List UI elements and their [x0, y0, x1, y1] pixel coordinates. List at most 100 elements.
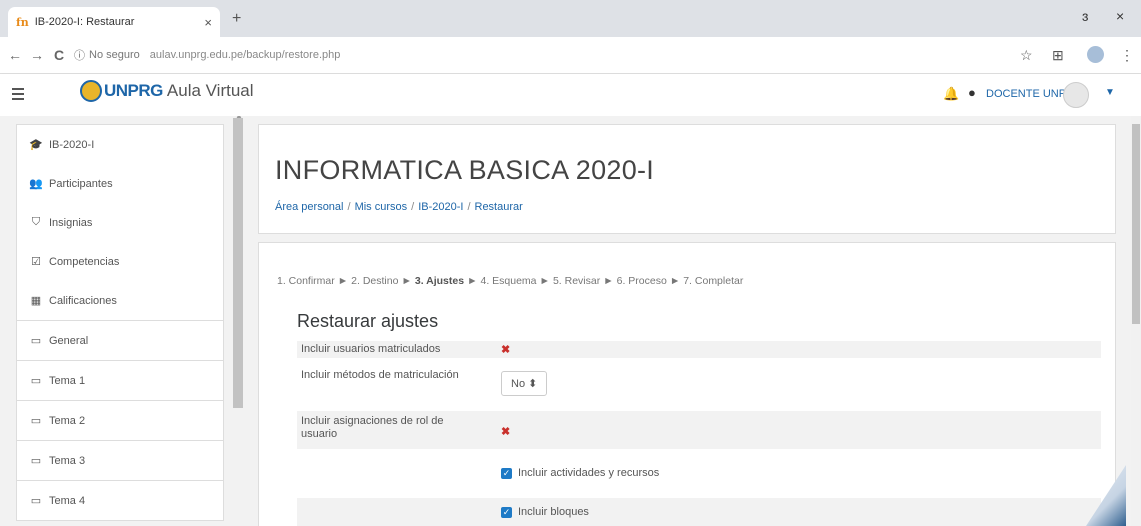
checkbox-label: Incluir bloques: [518, 506, 589, 518]
address-bar[interactable]: ⓘ No seguro aulav.unprg.edu.pe/backup/re…: [74, 43, 954, 67]
user-menu-caret-icon[interactable]: ▼: [1105, 87, 1115, 98]
step-complete: 7. Completar: [683, 275, 744, 287]
step-destination: 2. Destino: [351, 275, 399, 287]
extensions-icon[interactable]: ⊞: [1052, 47, 1064, 64]
browser-menu-icon[interactable]: ⋮: [1120, 47, 1134, 64]
drawer-item-label: Tema 4: [49, 494, 86, 507]
security-info-icon[interactable]: ⓘ: [74, 47, 85, 63]
drawer-item-grades[interactable]: ▦ Calificaciones: [17, 281, 223, 320]
checkbox-checked-icon[interactable]: ✓: [501, 467, 512, 479]
drawer-item-label: Insignias: [49, 216, 93, 229]
drawer-item-badges[interactable]: ⛉ Insignias: [17, 203, 223, 242]
browser-tabstrip: fn IB-2020-I: Restaurar × + ɜ ×: [0, 0, 1141, 37]
drawer-item-tema-4[interactable]: ▭ Tema 4: [17, 481, 223, 520]
restore-progress-steps: 1. Confirmar ► 2. Destino ► 3. Ajustes ► 4. Es…: [277, 275, 743, 287]
site-logo[interactable]: UNPRG Aula Virtual: [80, 80, 254, 102]
profile-avatar[interactable]: [1087, 46, 1104, 63]
logo-emblem-icon: [80, 80, 102, 102]
page-scroll-thumb[interactable]: [1132, 124, 1140, 324]
step-arrow-icon: ►: [401, 275, 412, 287]
nav-drawer: 🎓 IB-2020-I 👥 Participantes ⛉ Insignias …: [16, 124, 224, 521]
page-header: INFORMATICA BASICA 2020-I Área personal /…: [258, 124, 1116, 234]
breadcrumb-current[interactable]: Restaurar: [475, 201, 523, 213]
step-process: 6. Proceso: [616, 275, 667, 287]
drawer-item-label: Participantes: [49, 177, 113, 190]
section-title: Restaurar ajustes: [297, 311, 439, 331]
drawer-item-label: General: [49, 334, 89, 347]
browser-tab[interactable]: fn IB-2020-I: Restaurar ×: [8, 7, 220, 37]
drawer-item-label: Tema 2: [49, 414, 86, 427]
drawer-item-label: IB-2020-I: [49, 138, 95, 151]
graduation-cap-icon: 🎓: [29, 139, 43, 151]
site-name: Aula Virtual: [166, 81, 254, 100]
disabled-x-icon: ✖: [501, 426, 511, 438]
drawer-item-general[interactable]: ▭ General: [17, 321, 223, 360]
step-review: 5. Revisar: [552, 275, 601, 287]
folder-icon: ▭: [30, 455, 42, 467]
minimize-icon[interactable]: ɜ: [1082, 8, 1088, 24]
page-title: INFORMATICA BASICA 2020-I: [275, 155, 655, 185]
shield-icon: ⛉: [31, 216, 41, 228]
drawer-item-tema-1[interactable]: ▭ Tema 1: [17, 361, 223, 400]
tab-title: IB-2020-I: Restaurar: [34, 16, 135, 28]
tab-close-icon[interactable]: ×: [204, 15, 212, 30]
drawer-item-tema-3[interactable]: ▭ Tema 3: [17, 441, 223, 480]
window-close-icon[interactable]: ×: [1116, 8, 1124, 24]
step-arrow-icon: ►: [467, 275, 478, 287]
page-content: 🎓 IB-2020-I 👥 Participantes ⛉ Insignias …: [0, 116, 1141, 526]
breadcrumb-separator: /: [347, 201, 351, 213]
drawer-item-label: Tema 3: [49, 454, 86, 467]
checkbox-label: Incluir actividades y recursos: [518, 467, 660, 479]
table-icon: ▦: [30, 295, 42, 307]
reload-icon[interactable]: C: [54, 47, 64, 63]
setting-row-blocks: ✓ Incluir bloques: [297, 498, 1101, 526]
folder-icon: ▭: [30, 415, 42, 427]
messages-icon[interactable]: ●: [968, 85, 976, 100]
logo-text: UNPRG: [104, 81, 163, 100]
step-schema: 4. Esquema: [480, 275, 537, 287]
folder-icon: ▭: [30, 375, 42, 387]
breadcrumb-link[interactable]: Mis cursos: [355, 201, 408, 213]
restore-card: 1. Confirmar ► 2. Destino ► 3. Ajustes ► 4. Es…: [258, 242, 1116, 526]
enrolment-methods-select[interactable]: No ⬍: [501, 371, 548, 396]
step-confirm: 1. Confirmar: [277, 275, 335, 287]
breadcrumb: Área personal / Mis cursos / IB-2020-I / Resta…: [275, 201, 523, 213]
new-tab-button[interactable]: +: [232, 10, 241, 28]
breadcrumb-link[interactable]: Área personal: [275, 201, 344, 213]
drawer-item-label: Calificaciones: [49, 294, 117, 307]
blocks-checkbox[interactable]: ✓ Incluir bloques: [501, 506, 589, 518]
folder-icon: ▭: [30, 495, 42, 507]
notifications-bell-icon[interactable]: 🔔: [943, 86, 959, 102]
back-icon[interactable]: ←: [8, 47, 22, 63]
site-navbar: UNPRG Aula Virtual 🔔 ● DOCENTE UNPRG ▼: [0, 74, 1141, 117]
setting-row-roles: Incluir asignaciones de rol de usuario ✖: [297, 411, 1101, 449]
drawer-scrollbar[interactable]: [233, 118, 243, 408]
checkbox-checked-icon[interactable]: ✓: [501, 506, 512, 518]
breadcrumb-link[interactable]: IB-2020-I: [418, 201, 463, 213]
drawer-item-tema-2[interactable]: ▭ Tema 2: [17, 401, 223, 440]
step-arrow-icon: ►: [669, 275, 681, 287]
drawer-item-competencies[interactable]: ☑ Competencias: [17, 242, 223, 281]
site-favicon-icon: fn: [16, 15, 29, 29]
forward-icon[interactable]: →: [30, 47, 44, 63]
step-arrow-icon: ►: [337, 275, 349, 287]
disabled-x-icon: ✖: [501, 344, 511, 356]
setting-label: Incluir métodos de matriculación: [301, 369, 459, 381]
checkbox-icon: ☑: [31, 256, 41, 268]
user-avatar[interactable]: [1063, 82, 1089, 108]
drawer-item-label: Competencias: [49, 255, 120, 268]
drawer-item-participants[interactable]: 👥 Participantes: [17, 164, 223, 203]
breadcrumb-separator: /: [467, 201, 471, 213]
setting-row-activities: ✓ Incluir actividades y recursos: [297, 463, 1101, 487]
page-scrollbar[interactable]: [1131, 116, 1141, 526]
drawer-item-course[interactable]: 🎓 IB-2020-I: [17, 125, 223, 164]
setting-label: Incluir asignaciones de rol de usuario: [301, 415, 444, 440]
security-label: No seguro: [89, 49, 140, 61]
bookmark-star-icon[interactable]: ☆: [1020, 47, 1033, 64]
activities-checkbox[interactable]: ✓ Incluir actividades y recursos: [501, 467, 659, 479]
step-arrow-icon: ►: [539, 275, 550, 287]
setting-row-users: Incluir usuarios matriculados ✖: [297, 341, 1101, 358]
hamburger-icon[interactable]: [12, 85, 24, 103]
url-text[interactable]: aulav.unprg.edu.pe/backup/restore.php: [150, 49, 341, 61]
folder-icon: ▭: [30, 335, 42, 347]
